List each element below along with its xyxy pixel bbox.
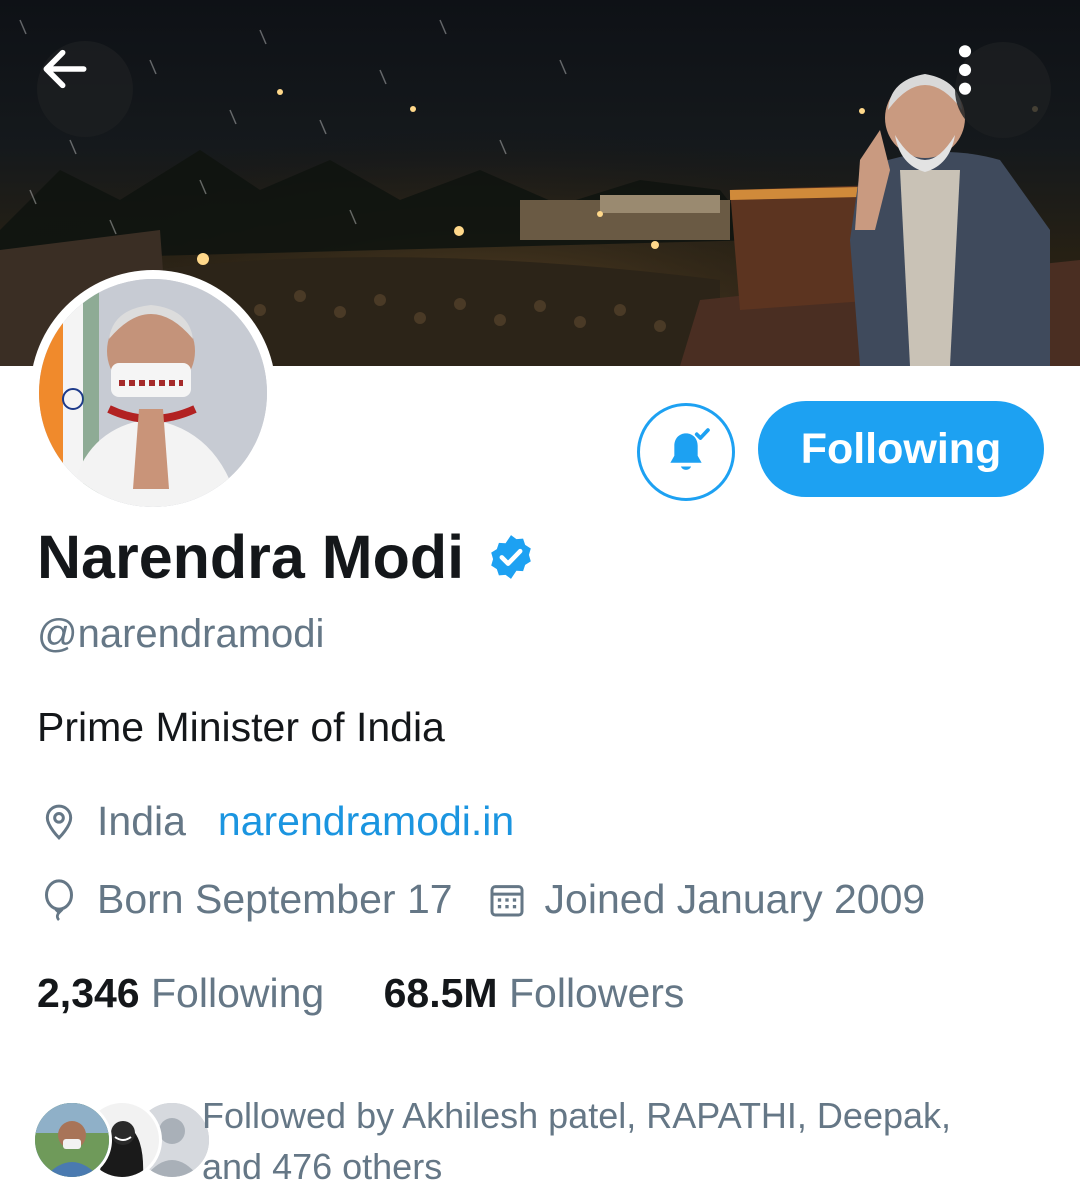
calendar-icon (485, 880, 529, 920)
more-vertical-icon (958, 45, 972, 95)
follow-stats: 2,346 Following 68.5M Followers (37, 970, 732, 1017)
followed-by-text[interactable]: Followed by Akhilesh patel, RAPATHI, Dee… (202, 1090, 1042, 1192)
followed-by-line-1: Followed by Akhilesh patel, RAPATHI, Dee… (202, 1095, 952, 1136)
followers-count: 68.5M (383, 970, 498, 1016)
balloon-icon (37, 878, 81, 922)
followers-stat[interactable]: 68.5M Followers (384, 970, 685, 1016)
location-text: India (97, 798, 186, 844)
following-label: Following (151, 970, 325, 1016)
following-count: 2,346 (37, 970, 140, 1016)
location-website-row: India narendramodi.in (37, 798, 514, 845)
notifications-toggle[interactable] (637, 403, 735, 501)
website-link[interactable]: narendramodi.in (218, 798, 514, 845)
bell-check-icon (670, 428, 710, 470)
profile-bio: Prime Minister of India (37, 704, 445, 750)
following-stat[interactable]: 2,346 Following (37, 970, 336, 1016)
profile-name: Narendra Modi (37, 523, 465, 591)
followed-by-line-2: and 476 others (202, 1146, 443, 1187)
verified-badge-icon (486, 532, 536, 582)
more-options-button[interactable] (955, 42, 1051, 138)
location-pin-icon (37, 802, 81, 842)
arrow-left-icon (43, 49, 87, 89)
avatar-photo (39, 279, 267, 507)
birthday-text: Born September 17 (97, 876, 453, 922)
joined-text: Joined January 2009 (544, 876, 926, 922)
profile-name-row: Narendra Modi (37, 522, 536, 592)
back-button[interactable] (37, 41, 133, 137)
profile-handle: @narendramodi (37, 612, 325, 656)
followers-label: Followers (508, 970, 685, 1016)
follower-avatar (32, 1100, 112, 1180)
profile-avatar[interactable] (30, 270, 276, 516)
following-button[interactable]: Following (758, 401, 1044, 497)
birthday-joined-row: Born September 17 Joined January 2009 (37, 876, 925, 923)
